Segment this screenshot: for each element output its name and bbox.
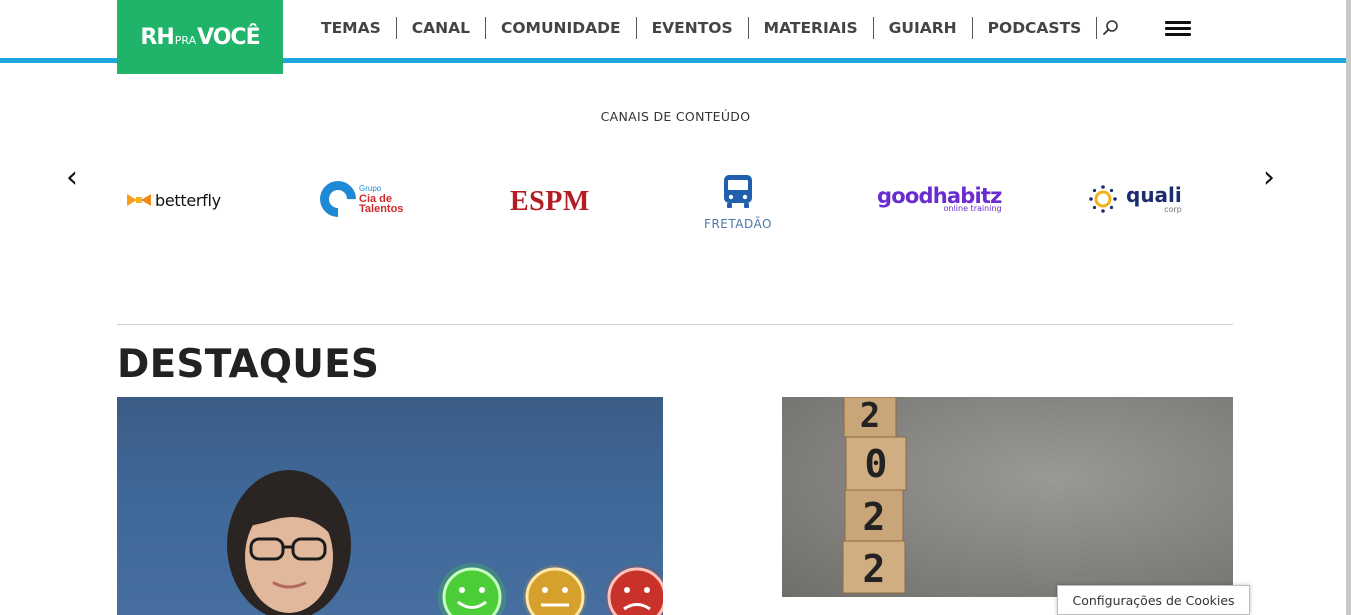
channels-title: CANAIS DE CONTEÚDO [600, 109, 751, 124]
cia-logo-icon [312, 173, 364, 225]
fretadao-text: FRETADÃO [704, 217, 772, 231]
nav-item-comunidade[interactable]: COMUNIDADE [486, 17, 637, 39]
nav-item-temas[interactable]: TEMAS [306, 17, 397, 39]
hamburger-menu-icon[interactable] [1165, 21, 1191, 37]
quali-text: quali [1126, 182, 1182, 207]
search-icon[interactable] [1101, 18, 1121, 38]
site-header: RH PRA VOCÊ TEMAS CANAL COMUNIDADE EVENT… [0, 0, 1351, 74]
bus-icon [724, 175, 752, 208]
woman-with-emoji-ratings-image [227, 470, 663, 615]
betterfly-text: betterfly [155, 190, 221, 210]
svg-text:2: 2 [860, 397, 880, 436]
highlight-card-feedback[interactable] [117, 397, 663, 615]
cia-sub-text: Talentos [359, 203, 404, 215]
partner-fretadao[interactable]: FRETADÃO [703, 173, 773, 231]
nav-item-podcasts[interactable]: PODCASTS [973, 17, 1098, 39]
partner-betterfly[interactable]: betterfly [126, 189, 221, 211]
section-divider [117, 324, 1233, 325]
logo-rh-text: RH [140, 24, 174, 50]
chevron-right-icon[interactable]: › [1263, 160, 1275, 195]
highlight-card-2022[interactable]: 2 0 2 2 [782, 397, 1233, 597]
nav-item-canal[interactable]: CANAL [397, 17, 486, 39]
partner-goodhabitz[interactable]: goodhabitz online training [877, 185, 1002, 213]
nav-item-eventos[interactable]: EVENTOS [637, 17, 749, 39]
svg-text:2: 2 [863, 495, 886, 539]
svg-text:0: 0 [865, 442, 888, 486]
partner-espm[interactable]: ESPM [510, 186, 590, 218]
site-logo[interactable]: RH PRA VOCÊ [117, 0, 283, 74]
nav-item-guiarh[interactable]: GUIARH [874, 17, 973, 39]
scrollbar[interactable] [1346, 0, 1351, 615]
cookie-settings-button[interactable]: Configurações de Cookies [1057, 585, 1250, 615]
highlights-title: DESTAQUES [117, 342, 380, 387]
partner-cia-de-talentos[interactable]: Grupo Cia de Talentos [312, 173, 404, 225]
logo-voce-text: VOCÊ [197, 24, 261, 50]
chevron-left-icon[interactable]: ‹ [66, 160, 78, 195]
partner-qualicorp[interactable]: quali corp [1088, 184, 1182, 214]
main-nav: TEMAS CANAL COMUNIDADE EVENTOS MATERIAIS… [306, 16, 1098, 40]
logo-pra-text: PRA [174, 33, 197, 47]
wooden-blocks-2022-image: 2 0 2 2 [842, 397, 907, 594]
svg-text:2: 2 [863, 547, 886, 591]
sun-logo-icon [1089, 185, 1117, 213]
betterfly-logo-icon [127, 194, 151, 206]
nav-item-materiais[interactable]: MATERIAIS [749, 17, 874, 39]
